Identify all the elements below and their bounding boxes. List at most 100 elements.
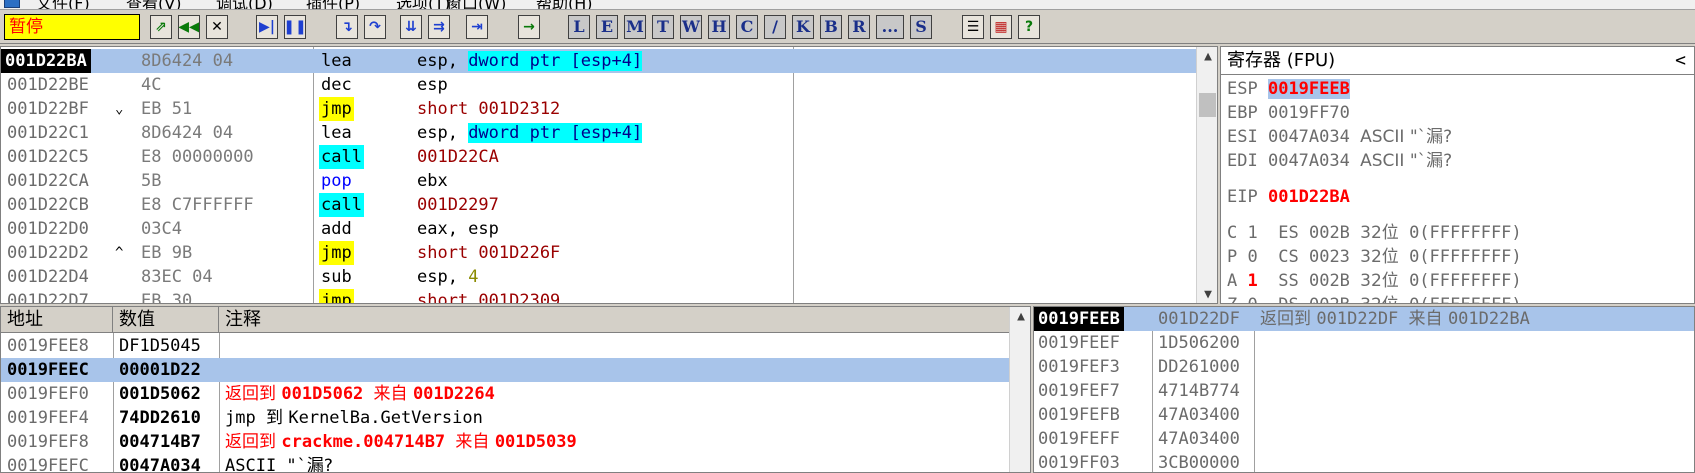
disasm-scrollbar[interactable]: ▲ ▼ xyxy=(1196,47,1217,303)
register-esp[interactable]: ESP 0019FEEB xyxy=(1227,77,1350,101)
hex-bytes: 8D6424 04 xyxy=(141,51,234,71)
close-icon[interactable]: ✕ xyxy=(206,15,228,39)
step-over-icon[interactable]: ↷ xyxy=(364,15,386,39)
scroll-up-icon[interactable]: ▲ xyxy=(1197,47,1217,67)
dump-row[interactable]: 0019FEE8 DF1D5045 xyxy=(1,334,1009,358)
help-button[interactable]: ? xyxy=(1018,15,1040,39)
flag-row[interactable]: Z 0 DS 002B 32位 0(FFFFFFFF) xyxy=(1227,293,1522,303)
registers-pane[interactable]: 寄存器 (FPU) < ESP 0019FEEB EBP 0019FF70 ES… xyxy=(1220,46,1695,304)
disasm-row[interactable]: 001D22D4 83EC 04 sub esp, 4 xyxy=(1,265,1196,289)
cpu-window-button[interactable]: C xyxy=(736,15,758,39)
step-into-icon[interactable]: ↴ xyxy=(336,15,358,39)
modules-window-button[interactable]: E xyxy=(596,15,618,39)
menu-window[interactable]: 窗口(W) xyxy=(446,0,506,9)
flag-row[interactable]: C 1 ES 002B 32位 0(FFFFFFFF) xyxy=(1227,221,1522,245)
menu-view[interactable]: 查看(V) xyxy=(126,0,181,9)
stack-row[interactable]: 0019FEEF 1D506200 xyxy=(1034,331,1694,355)
disasm-row[interactable]: 001D22D7 EB 30 jmp short 001D2309 xyxy=(1,289,1196,303)
windows-window-button[interactable]: W xyxy=(680,15,702,39)
operands: short 001D226F xyxy=(417,243,561,263)
scroll-down-icon[interactable]: ▼ xyxy=(1197,285,1217,303)
disasm-row[interactable]: 001D22CA 5B pop ebx xyxy=(1,169,1196,193)
breakpoints-window-button[interactable]: B xyxy=(820,15,842,39)
column-header-value[interactable]: 数值 xyxy=(113,307,219,333)
value: 001D22DF xyxy=(1158,309,1240,329)
call-stack-window-button[interactable]: K xyxy=(792,15,814,39)
dump-pane[interactable]: 地址 数值 注释 0019FEE8 DF1D5045 0019FEEC 0000… xyxy=(0,306,1031,473)
pause-icon[interactable]: ❚❚ xyxy=(284,15,306,39)
log-window-button[interactable]: L xyxy=(568,15,590,39)
run-icon[interactable]: ▶| xyxy=(256,15,278,39)
mnemonic: add xyxy=(321,219,352,239)
jump-up-icon: ^ xyxy=(115,245,124,261)
disasm-row[interactable]: 001D22BE 4C dec esp xyxy=(1,73,1196,97)
value: DF1D5045 xyxy=(119,336,201,356)
value: 00001D22 xyxy=(119,360,201,380)
disasm-row[interactable]: 001D22D2 ^ EB 9B jmp short 001D226F xyxy=(1,241,1196,265)
disasm-row[interactable]: 001D22CB E8 C7FFFFFF call 001D2297 xyxy=(1,193,1196,217)
collapse-icon[interactable]: < xyxy=(1675,47,1686,75)
value: 001D5062 xyxy=(119,384,201,404)
menu-debug[interactable]: 调试(D) xyxy=(216,0,273,9)
dump-row[interactable]: 0019FEF4 74DD2610 jmp 到 KernelBa.GetVers… xyxy=(1,406,1009,430)
appearance-icon[interactable]: ▦ xyxy=(990,15,1012,39)
column-header-address[interactable]: 地址 xyxy=(1,307,113,333)
comment: 返回到 crackme.004714B7 来自 001D5039 xyxy=(225,432,577,452)
menu-plugins[interactable]: 插件(P) xyxy=(306,0,360,9)
handles-window-button[interactable]: H xyxy=(708,15,730,39)
address: 0019FEE8 xyxy=(7,336,89,356)
register-eip[interactable]: EIP 001D22BA xyxy=(1227,185,1350,209)
threads-window-button[interactable]: T xyxy=(652,15,674,39)
menu-options[interactable]: 选项(T) xyxy=(396,0,450,9)
dump-row[interactable]: 0019FEFC 0047A034 ASCII "`漏? xyxy=(1,454,1009,472)
mnemonic: jmp xyxy=(319,97,354,121)
disasm-row[interactable]: 001D22BF ⌄ EB 51 jmp short 001D2312 xyxy=(1,97,1196,121)
patches-window-button[interactable]: / xyxy=(764,15,786,39)
disassembly-pane[interactable]: 001D22BA 8D6424 04 lea esp, dword ptr [e… xyxy=(0,46,1218,304)
disasm-row[interactable]: 001D22C1 8D6424 04 lea esp, dword ptr [e… xyxy=(1,121,1196,145)
register-ebp[interactable]: EBP 0019FF70 xyxy=(1227,101,1350,125)
trace-into-icon[interactable]: ⇊ xyxy=(400,15,422,39)
run-trace-window-button[interactable]: ... xyxy=(876,15,904,39)
list-icon[interactable]: ☰ xyxy=(962,15,984,39)
hex-bytes: 8D6424 04 xyxy=(141,123,234,143)
open-icon[interactable]: ⇗ xyxy=(150,15,172,39)
disasm-row[interactable]: 001D22D0 03C4 add eax, esp xyxy=(1,217,1196,241)
flag-row[interactable]: P 0 CS 0023 32位 0(FFFFFFFF) xyxy=(1227,245,1522,269)
dump-row[interactable]: 0019FEF8 004714B7 返回到 crackme.004714B7 来… xyxy=(1,430,1009,454)
column-header-comment[interactable]: 注释 xyxy=(219,307,1009,333)
value: 1D506200 xyxy=(1158,333,1240,353)
scroll-up-icon[interactable]: ▲ xyxy=(1010,307,1030,327)
disasm-row[interactable]: 001D22C5 E8 00000000 call 001D22CA xyxy=(1,145,1196,169)
trace-over-icon[interactable]: ⇉ xyxy=(428,15,450,39)
restart-icon[interactable]: ◀◀ xyxy=(178,15,200,39)
stack-row[interactable]: 0019FF03 3CB00000 xyxy=(1034,451,1694,472)
stack-row[interactable]: 0019FEF7 4714B774 xyxy=(1034,379,1694,403)
mnemonic: call xyxy=(319,193,364,217)
memory-window-button[interactable]: M xyxy=(624,15,646,39)
flag-row[interactable]: A 1 SS 002B 32位 0(FFFFFFFF) xyxy=(1227,269,1522,293)
stack-row[interactable]: 0019FEFF 47A03400 xyxy=(1034,427,1694,451)
stack-row[interactable]: 0019FEFB 47A03400 xyxy=(1034,403,1694,427)
execute-till-return-icon[interactable]: ⇥ xyxy=(466,15,488,39)
address: 0019FEF0 xyxy=(7,384,89,404)
stack-row[interactable]: 0019FEEB 001D22DF 返回到 001D22DF 来自 001D22… xyxy=(1034,307,1694,331)
goto-icon[interactable]: → xyxy=(518,15,540,39)
stack-pane[interactable]: 0019FEEB 001D22DF 返回到 001D22DF 来自 001D22… xyxy=(1033,306,1695,473)
comment: jmp 到 KernelBa.GetVersion xyxy=(225,408,483,428)
source-window-button[interactable]: S xyxy=(910,15,932,39)
register-esi[interactable]: ESI 0047A034 ASCII "`漏? xyxy=(1227,125,1452,149)
menu-help[interactable]: 帮助(H) xyxy=(536,0,593,9)
register-edi[interactable]: EDI 0047A034 ASCII "`漏? xyxy=(1227,149,1452,173)
mnemonic: lea xyxy=(321,123,352,143)
stack-row[interactable]: 0019FEF3 DD261000 xyxy=(1034,355,1694,379)
dump-header: 地址 数值 注释 xyxy=(1,307,1009,333)
scroll-thumb[interactable] xyxy=(1199,93,1216,117)
dump-row[interactable]: 0019FEF0 001D5062 返回到 001D5062 来自 001D22… xyxy=(1,382,1009,406)
dump-scrollbar[interactable]: ▲ xyxy=(1009,307,1030,472)
disasm-row[interactable]: 001D22BA 8D6424 04 lea esp, dword ptr [e… xyxy=(1,49,1196,73)
references-window-button[interactable]: R xyxy=(848,15,870,39)
dump-row[interactable]: 0019FEEC 00001D22 xyxy=(1,358,1009,382)
menu-file[interactable]: 文件(F) xyxy=(36,0,90,9)
address: 0019FEF7 xyxy=(1038,381,1120,401)
